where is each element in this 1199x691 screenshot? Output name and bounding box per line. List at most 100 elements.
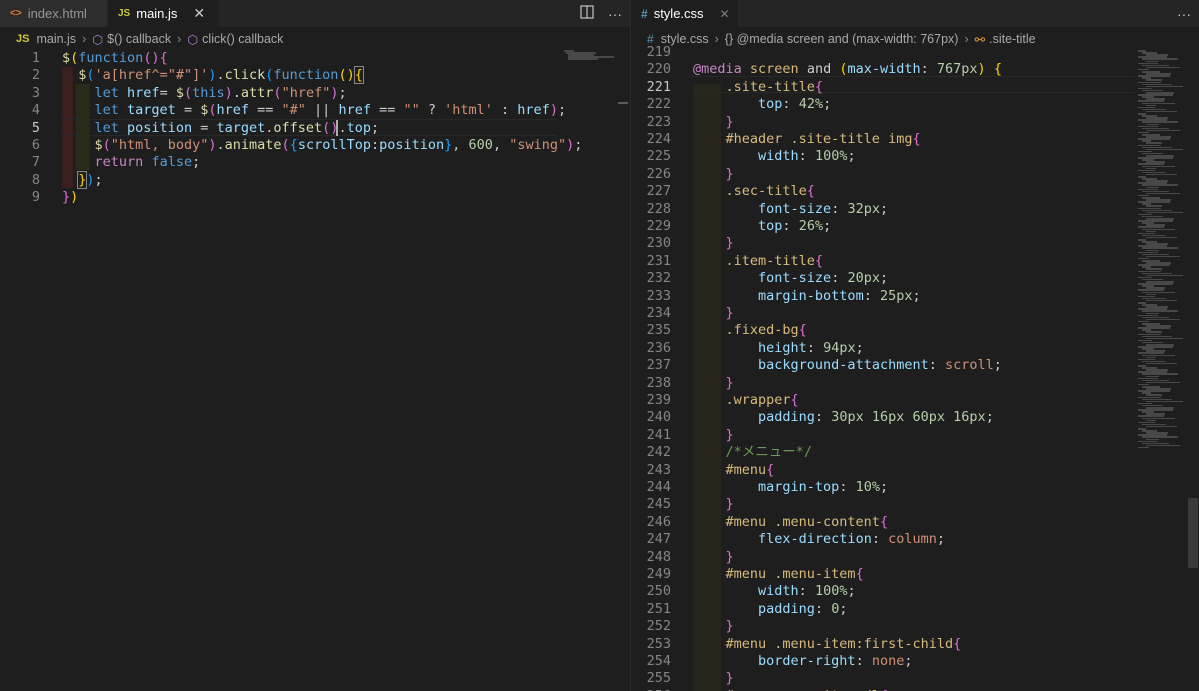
chevron-right-icon: › bbox=[82, 32, 87, 46]
code-row: 252 } bbox=[631, 618, 1199, 635]
minimap-line bbox=[1146, 299, 1177, 302]
code-row: 243 #menu{ bbox=[631, 462, 1199, 479]
line-number: 246 bbox=[646, 513, 671, 530]
code-row: 241 } bbox=[631, 427, 1199, 444]
code-row: 229 top: 26%; bbox=[631, 218, 1199, 235]
breadcrumb-symbol-2[interactable]: click() callback bbox=[202, 32, 283, 46]
code-row: 228 font-size: 32px; bbox=[631, 201, 1199, 218]
line-number: 6 bbox=[31, 137, 40, 153]
code-line: }) bbox=[62, 189, 79, 206]
code-line: height: 94px; bbox=[758, 339, 864, 356]
code-line: padding: 0; bbox=[758, 600, 848, 617]
close-icon[interactable]: ✕ bbox=[720, 7, 730, 21]
code-line: border-right: none; bbox=[758, 653, 913, 669]
code-row: 230 } bbox=[631, 235, 1199, 252]
code-line: } bbox=[725, 548, 734, 565]
minimap-line bbox=[1146, 236, 1177, 239]
more-actions-icon[interactable]: ··· bbox=[608, 6, 622, 22]
code-line: $(function(){ bbox=[62, 50, 168, 66]
code-row: 250 width: 100%; bbox=[631, 583, 1199, 600]
cube-icon: ⬡ bbox=[92, 32, 104, 47]
minimap-line bbox=[1146, 318, 1180, 321]
minimap[interactable] bbox=[562, 48, 620, 691]
code-row: 248 } bbox=[631, 549, 1199, 566]
tab-index-html[interactable]: <> index.html bbox=[0, 0, 108, 27]
code-row: 225 width: 100%; bbox=[631, 148, 1199, 165]
line-number: 250 bbox=[646, 583, 671, 600]
line-number: 238 bbox=[646, 374, 671, 391]
html-file-icon: <> bbox=[10, 8, 22, 19]
code-line: } bbox=[725, 165, 734, 182]
close-icon[interactable]: ✕ bbox=[193, 5, 205, 22]
tab-label: main.js bbox=[136, 6, 178, 21]
js-file-icon: JS bbox=[118, 8, 131, 19]
line-number: 248 bbox=[646, 548, 671, 565]
minimap-line bbox=[1146, 425, 1177, 428]
code-line: margin-top: 10%; bbox=[758, 479, 889, 495]
code-row: 251 padding: 0; bbox=[631, 601, 1199, 618]
tab-main-js[interactable]: JS main.js ✕ bbox=[108, 0, 220, 27]
code-line: #menu .menu-content{ bbox=[693, 513, 889, 530]
vertical-scrollbar[interactable] bbox=[1186, 48, 1199, 691]
code-row: 224 #header .site-title img{ bbox=[631, 131, 1199, 148]
code-line: width: 100%; bbox=[758, 583, 856, 600]
code-line: flex-direction: column; bbox=[758, 531, 946, 548]
code-row: 245 } bbox=[631, 496, 1199, 513]
code-line: /*メニュー*/ bbox=[693, 444, 813, 461]
minimap-line bbox=[1146, 381, 1180, 384]
vertical-scrollbar[interactable] bbox=[616, 48, 630, 691]
breadcrumb-symbol-1[interactable]: $() callback bbox=[107, 32, 171, 46]
code-line: return false; bbox=[94, 154, 201, 171]
css-file-icon: # bbox=[641, 6, 648, 21]
tab-style-css[interactable]: # style.css ✕ bbox=[631, 0, 739, 27]
line-number: 223 bbox=[646, 113, 671, 130]
line-number: 219 bbox=[646, 44, 671, 60]
code-editor-left[interactable]: 1 $(function(){ 2 $('a[href^="#"]').click… bbox=[0, 48, 630, 691]
breadcrumb: JS main.js › ⬡ $() callback › ⬡ click() … bbox=[0, 29, 630, 49]
left-tab-bar: <> index.html JS main.js ✕ ··· bbox=[0, 0, 630, 27]
code-row: 223 } bbox=[631, 114, 1199, 131]
line-number: 254 bbox=[646, 653, 671, 669]
left-editor-group: <> index.html JS main.js ✕ ··· JS main.j… bbox=[0, 0, 630, 691]
code-editor-right[interactable]: 219 220 @media screen and (max-width: 767p… bbox=[631, 44, 1199, 691]
code-row: 249 #menu .menu-item{ bbox=[631, 566, 1199, 583]
line-number: 237 bbox=[646, 357, 671, 374]
line-number: 252 bbox=[646, 618, 671, 635]
tab-label: style.css bbox=[653, 6, 704, 21]
code-line: top: 26%; bbox=[758, 218, 832, 234]
line-number: 235 bbox=[646, 322, 671, 339]
code-row: 236 height: 94px; bbox=[631, 340, 1199, 357]
code-row: 244 margin-top: 10%; bbox=[631, 479, 1199, 496]
line-number: 241 bbox=[646, 426, 671, 443]
split-editor-icon[interactable] bbox=[580, 5, 594, 22]
breadcrumb-file[interactable]: main.js bbox=[36, 32, 76, 46]
code-row: 220 @media screen and (max-width: 767px) … bbox=[631, 61, 1199, 78]
line-number: 7 bbox=[31, 154, 40, 171]
line-number: 253 bbox=[646, 635, 671, 652]
code-row: 253 #menu .menu-item:first-child{ bbox=[631, 636, 1199, 653]
code-line: let target = $(href == "#" || href == ""… bbox=[94, 102, 567, 119]
code-line: .fixed-bg{ bbox=[693, 322, 807, 339]
minimap-line bbox=[1146, 66, 1180, 69]
code-row: 231 .item-title{ bbox=[631, 253, 1199, 270]
line-number: 239 bbox=[646, 392, 671, 408]
code-row: 239 .wrapper{ bbox=[631, 392, 1199, 409]
line-number: 228 bbox=[646, 200, 671, 217]
code-row: 255 } bbox=[631, 670, 1199, 687]
line-number: 230 bbox=[646, 235, 671, 252]
code-line: .wrapper{ bbox=[693, 392, 799, 408]
code-line: #menu .menu-item:first-child{ bbox=[693, 635, 962, 652]
line-number: 247 bbox=[646, 531, 671, 548]
code-row: 234 } bbox=[631, 305, 1199, 322]
more-actions-icon[interactable]: ··· bbox=[1177, 6, 1191, 22]
code-line: font-size: 32px; bbox=[758, 200, 889, 217]
code-line: let position = target.offset().top; bbox=[94, 119, 380, 136]
line-number: 244 bbox=[646, 479, 671, 495]
code-row: 233 margin-bottom: 25px; bbox=[631, 288, 1199, 305]
code-row: 221 .site-title{ bbox=[631, 79, 1199, 96]
code-line: #menu .menu-item{ bbox=[693, 566, 864, 582]
line-number: 229 bbox=[646, 218, 671, 234]
line-number: 234 bbox=[646, 305, 671, 321]
code-line: background-attachment: scroll; bbox=[758, 357, 1002, 374]
right-editor-group: # style.css ✕ ··· # style.css › {} @medi… bbox=[630, 0, 1199, 691]
